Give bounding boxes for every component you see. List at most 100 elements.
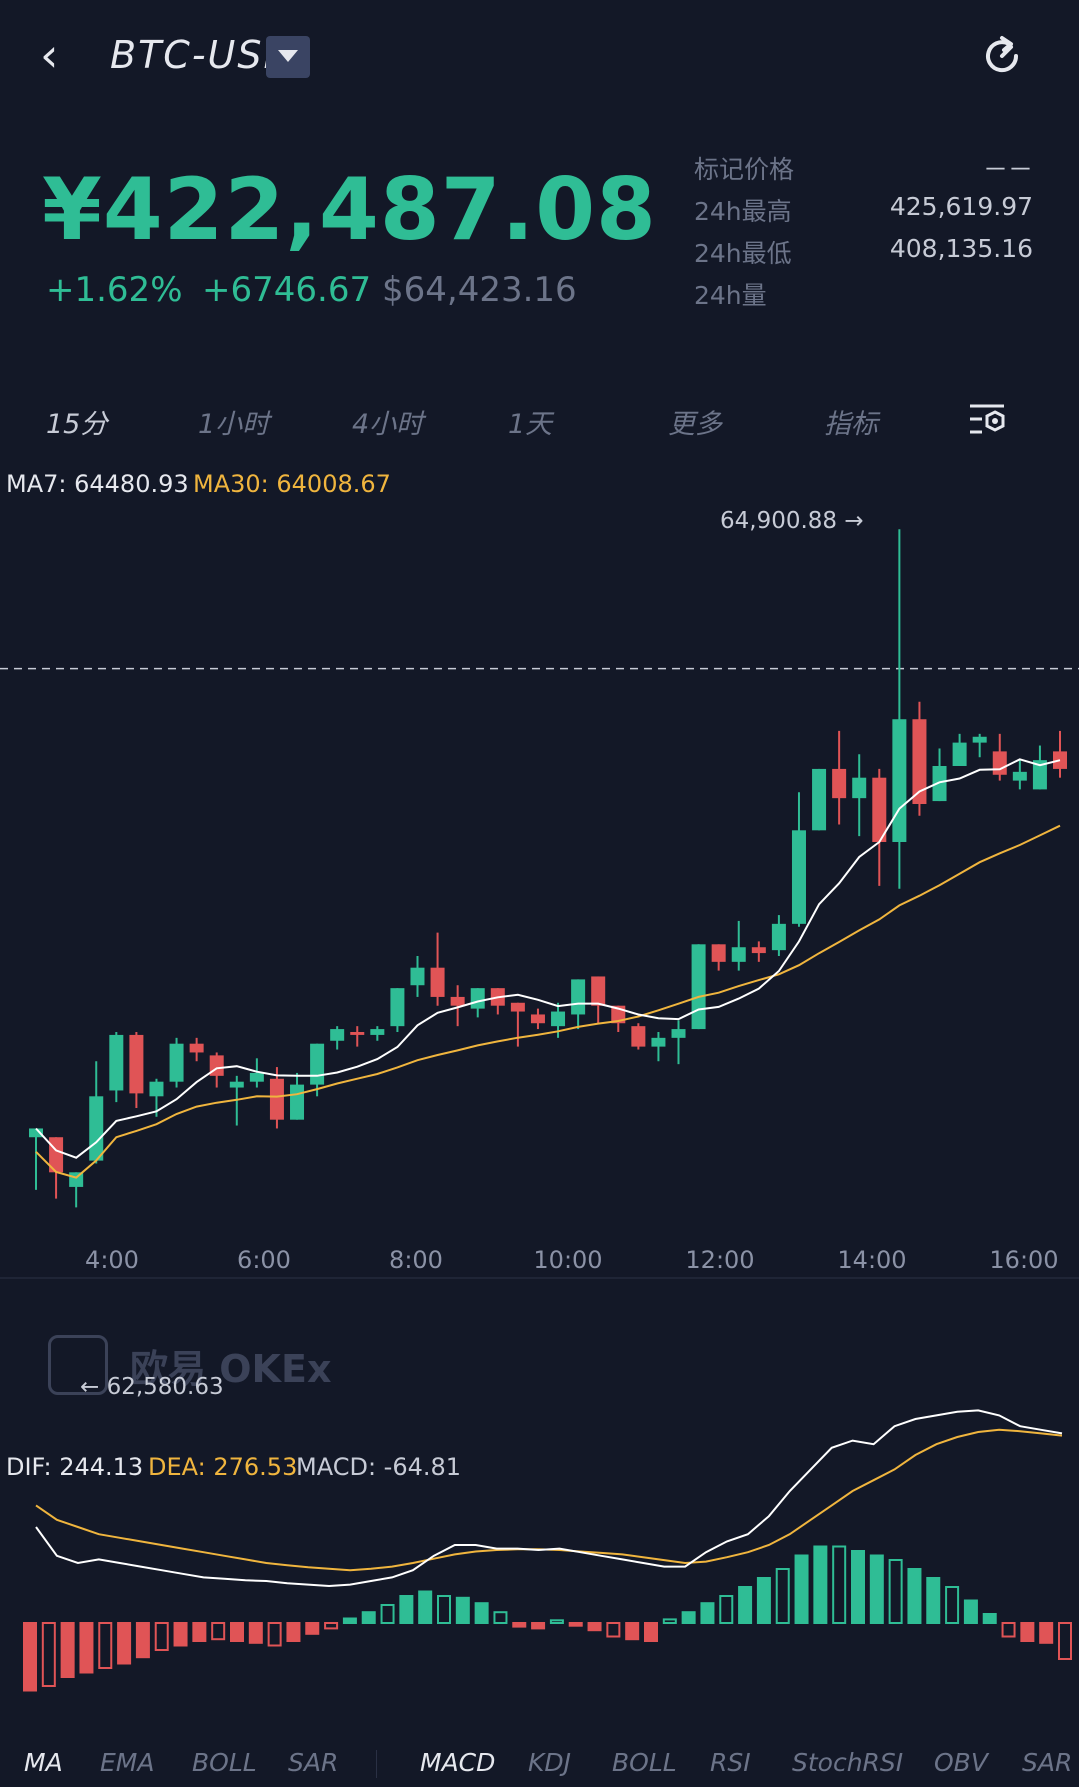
macd-histogram-bar: [813, 1545, 828, 1624]
high-price-annotation: 64,900.88 →: [720, 508, 864, 534]
tab-indicators[interactable]: 指标: [824, 402, 878, 441]
macd-histogram-bar: [1020, 1622, 1035, 1642]
macd-histogram-bar: [700, 1602, 715, 1624]
candle-body: [129, 1034, 144, 1094]
main-indicator-ma[interactable]: MA: [24, 1748, 63, 1777]
candle-body: [470, 988, 485, 1009]
chevron-left-icon: ‹: [40, 28, 59, 82]
back-button[interactable]: ‹: [40, 30, 76, 80]
price-chart[interactable]: 4:00 6:00 8:00 10:00 12:00 14:00 16:00: [0, 500, 1079, 1740]
tab-15m[interactable]: 15分: [46, 402, 107, 441]
macd-histogram-bar: [60, 1622, 75, 1678]
macd-histogram-bar: [738, 1586, 753, 1624]
macd-histogram-bar: [361, 1611, 376, 1624]
candle-body: [631, 1026, 646, 1047]
sub-indicator-kdj[interactable]: KDJ: [528, 1748, 571, 1777]
macd-histogram-bar: [267, 1622, 282, 1647]
x-tick-label: 6:00: [237, 1246, 291, 1274]
candle-body: [791, 830, 806, 924]
candle-body: [430, 967, 445, 997]
main-indicator-sar[interactable]: SAR: [288, 1748, 338, 1777]
dif-line: [35, 1409, 1063, 1588]
refresh-icon[interactable]: [978, 32, 1026, 80]
macd-histogram-bar: [568, 1622, 583, 1627]
main-indicator-ema[interactable]: EMA: [100, 1748, 154, 1777]
macd-histogram-bar: [98, 1622, 113, 1669]
tab-1h[interactable]: 1小时: [198, 402, 269, 441]
macd-histogram-bar: [399, 1595, 414, 1624]
macd-histogram-bar: [418, 1590, 433, 1624]
stat-label-volume: 24h量: [694, 281, 767, 310]
macd-histogram-bar: [211, 1622, 226, 1641]
x-tick-label: 12:00: [685, 1246, 754, 1274]
candle-body: [89, 1096, 104, 1161]
macd-histogram-bar: [305, 1622, 320, 1635]
candle-body: [149, 1081, 164, 1097]
candle-body: [591, 976, 606, 1006]
candle-body: [852, 777, 867, 799]
macd-histogram-bar: [135, 1622, 150, 1659]
macd-histogram-bar: [192, 1622, 207, 1642]
ma30-legend: MA30: 64008.67: [193, 470, 391, 498]
macd-histogram-bar: [154, 1622, 169, 1651]
nav-divider: [376, 1750, 377, 1778]
main-indicator-boll[interactable]: BOLL: [192, 1748, 257, 1777]
macd-histogram-bar: [832, 1545, 847, 1624]
candle-body: [249, 1072, 264, 1082]
macd-histogram-bar: [1001, 1622, 1016, 1638]
macd-histogram-bar: [474, 1602, 489, 1624]
tab-4h[interactable]: 4小时: [352, 402, 423, 441]
sub-indicator-macd[interactable]: MACD: [420, 1748, 495, 1777]
sub-indicator-obv[interactable]: OBV: [934, 1748, 988, 1777]
macd-histogram-bar: [531, 1622, 546, 1630]
sub-indicator-boll[interactable]: BOLL: [612, 1748, 677, 1777]
macd-histogram-bar: [587, 1622, 602, 1632]
macd-histogram-bar: [756, 1577, 771, 1624]
candle-body: [972, 736, 987, 743]
macd-histogram-bar: [963, 1599, 978, 1624]
candle-body: [892, 719, 907, 842]
usd-price: $64,423.16: [382, 270, 577, 310]
candle-body: [671, 1029, 686, 1038]
macd-histogram-bar: [606, 1622, 621, 1638]
ma30-line: [35, 824, 1061, 1179]
candle-body: [691, 944, 706, 1030]
macd-histogram-bar: [1058, 1622, 1072, 1660]
stat-value-low: 408,135.16: [889, 234, 1033, 263]
sub-indicator-rsi[interactable]: RSI: [710, 1748, 751, 1777]
caret-down-icon[interactable]: [266, 36, 310, 78]
macd-histogram-bar: [549, 1619, 564, 1625]
macd-histogram-bar: [23, 1622, 37, 1692]
x-tick-label: 4:00: [85, 1246, 139, 1274]
tab-more[interactable]: 更多: [668, 402, 722, 441]
sub-indicator-sar[interactable]: SAR: [1022, 1748, 1072, 1777]
ma7-legend: MA7: 64480.93: [6, 470, 189, 498]
candle-body: [370, 1029, 385, 1035]
sub-indicator-stochrsi[interactable]: StochRSI: [792, 1748, 903, 1777]
macd-histogram-bar: [775, 1568, 790, 1624]
tab-1d[interactable]: 1天: [508, 402, 552, 441]
macd-histogram-bar: [794, 1554, 809, 1624]
macd-histogram-bar: [342, 1617, 357, 1624]
macd-histogram-bar: [117, 1622, 132, 1665]
candle-body: [169, 1043, 184, 1082]
low-price-annotation: ← 62,580.63: [80, 1374, 224, 1400]
macd-histogram-bar: [324, 1622, 339, 1630]
candle-body: [1053, 751, 1067, 769]
chart-settings-icon[interactable]: [968, 402, 1008, 440]
x-tick-label: 14:00: [837, 1246, 906, 1274]
x-tick-label: 16:00: [989, 1246, 1058, 1274]
macd-histogram-bar: [512, 1622, 527, 1628]
macd-histogram-bar: [662, 1618, 677, 1625]
candle-body: [530, 1014, 545, 1024]
candle-body: [571, 979, 586, 1015]
candle-body: [992, 751, 1007, 775]
candle-body: [812, 768, 827, 831]
macd-histogram-bar: [437, 1595, 451, 1624]
stat-label-mark: 标记价格: [694, 155, 795, 184]
macd-histogram-bar: [644, 1622, 658, 1642]
candle-body: [751, 947, 766, 954]
macd-histogram-bar: [248, 1622, 263, 1644]
candle-body: [189, 1043, 204, 1053]
candle-body: [731, 947, 746, 962]
